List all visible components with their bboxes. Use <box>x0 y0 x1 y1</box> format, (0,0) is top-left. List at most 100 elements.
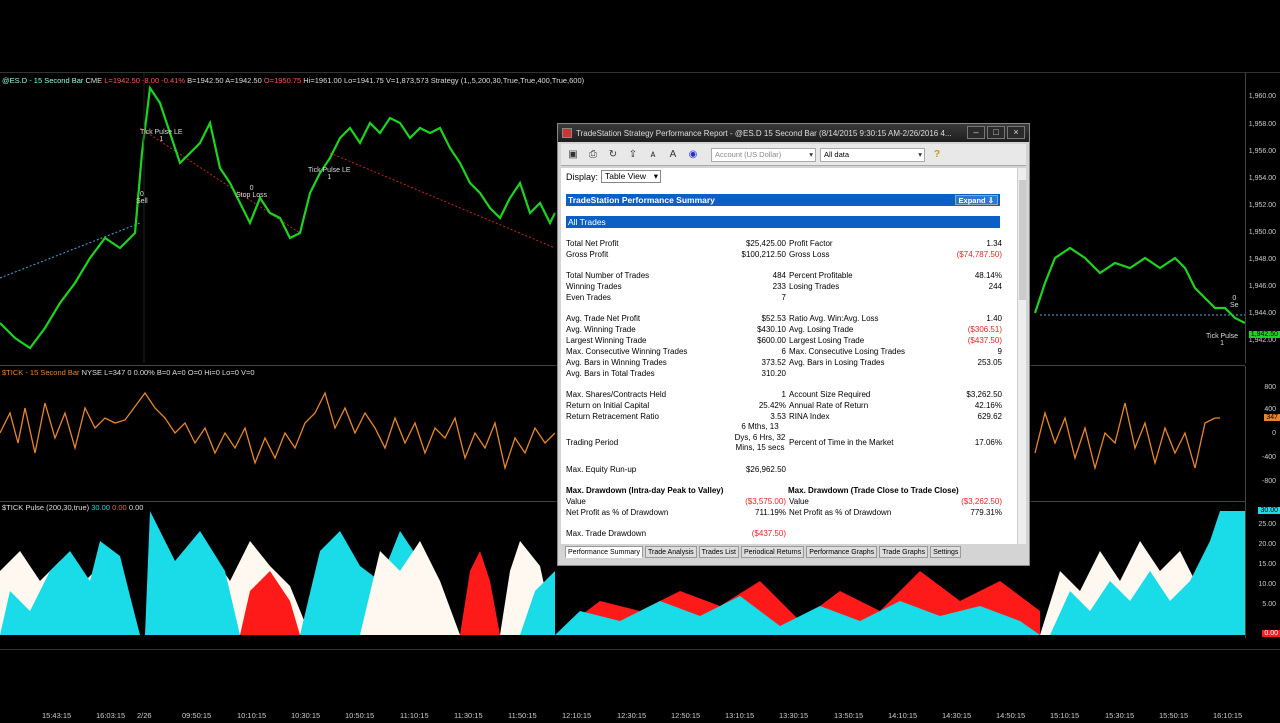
scroll-thumb[interactable] <box>1019 180 1026 300</box>
time-tick: 11:30:15 <box>454 711 483 720</box>
price-tick: 1,948.00 <box>1248 256 1276 263</box>
tab-settings[interactable]: Settings <box>930 546 962 558</box>
annotation-text: Tick Pulse LE 1 <box>308 167 351 181</box>
metric-label: Profit Factor <box>789 239 833 248</box>
metric-value: 373.52 <box>761 358 786 367</box>
display-selector: Display: Table View <box>566 170 661 183</box>
tick-axis-label: 400 <box>1264 406 1276 413</box>
font-smaller-icon[interactable]: ᴀ <box>645 147 661 163</box>
metric-label: Avg. Trade Net Profit <box>566 314 641 323</box>
print-icon[interactable]: ⎙ <box>585 147 601 163</box>
time-tick: 12:50:15 <box>671 711 701 720</box>
price-tick: 1,954.00 <box>1248 175 1276 182</box>
app-icon <box>562 128 572 138</box>
metric-value: $25,425.00 <box>745 239 786 248</box>
time-tick: 14:50:15 <box>996 711 1026 720</box>
time-tick: 13:10:15 <box>725 711 755 720</box>
metric-value: 42.16% <box>974 401 1002 410</box>
price-tick: 1,960.00 <box>1248 93 1276 100</box>
metric-label: Return Retracement Ratio <box>566 412 659 421</box>
time-tick: 09:50:15 <box>182 711 212 720</box>
display-dropdown[interactable]: Table View <box>601 170 661 183</box>
pulse-axis[interactable]: 25.00 20.00 15.00 10.00 5.00 <box>1245 503 1280 638</box>
close-button[interactable]: × <box>1007 126 1025 139</box>
tick-pulse-le-annotation: Tick Pulse LE 1 <box>140 129 183 143</box>
time-tick: 2/26 <box>137 711 152 720</box>
color-icon[interactable]: ◉ <box>685 147 701 163</box>
metric-label: Percent of Time in the Market <box>789 438 894 447</box>
metric-label: Trading Period <box>566 438 619 447</box>
metric-label: Ratio Avg. Win:Avg. Loss <box>789 314 879 323</box>
metric-value: $430.10 <box>757 325 786 334</box>
time-tick: 12:10:15 <box>562 711 592 720</box>
time-axis[interactable]: 15:43:15 16:03:15 2/26 09:50:15 10:10:15… <box>0 707 1245 723</box>
metric-value: 253.05 <box>977 358 1002 367</box>
tick-axis-label: -800 <box>1261 478 1276 485</box>
price-tick: 1,944.00 <box>1248 310 1276 317</box>
metric-label: Account Size Required <box>789 390 871 399</box>
help-icon[interactable]: ? <box>929 147 945 163</box>
time-tick: 13:50:15 <box>834 711 864 720</box>
se-annotation-right: 0 Se <box>1230 295 1239 309</box>
tick-axis[interactable]: 800 400 0 -400 -800 <box>1245 366 1280 506</box>
report-content[interactable]: Display: Table View TradeStation Perform… <box>561 168 1017 544</box>
metric-value: 1.40 <box>986 314 1002 323</box>
minimize-button[interactable]: – <box>967 126 985 139</box>
annotation-text: Tick Pulse LE 1 <box>140 129 183 143</box>
metric-value: 629.62 <box>977 412 1002 421</box>
metric-label: Gross Profit <box>566 250 609 259</box>
metric-value: 6 Mths, 13 Dys, 6 Hrs, 32 Mins, 15 secs <box>734 422 786 452</box>
tab-trade-graphs[interactable]: Trade Graphs <box>879 546 929 558</box>
metric-label: Avg. Bars in Total Trades <box>566 369 655 378</box>
tick-axis-label: 800 <box>1264 384 1276 391</box>
pulse-axis-label: 20.00 <box>1258 541 1276 548</box>
metric-value: ($3,575.00) <box>745 497 786 506</box>
performance-report-window[interactable]: TradeStation Strategy Performance Report… <box>557 123 1030 566</box>
summary-title: TradeStation Performance Summary <box>568 195 715 205</box>
metric-value: 17.06% <box>974 438 1002 447</box>
price-axis[interactable]: 1,960.00 1,958.00 1,956.00 1,954.00 1,95… <box>1245 73 1280 363</box>
metric-label: Avg. Bars in Winning Trades <box>566 358 667 367</box>
drawdown-trade-title: Max. Drawdown (Trade Close to Trade Clos… <box>788 486 959 495</box>
account-dropdown[interactable]: Account (US Dollar) <box>711 147 816 162</box>
metric-label: Avg. Losing Trade <box>789 325 854 334</box>
metric-label: Annual Rate of Return <box>789 401 869 410</box>
metric-label: Max. Shares/Contracts Held <box>566 390 667 399</box>
tab-periodical-returns[interactable]: Periodical Returns <box>741 546 805 558</box>
tab-performance-graphs[interactable]: Performance Graphs <box>806 546 878 558</box>
metric-label: Even Trades <box>566 293 611 302</box>
metric-label: Value <box>566 497 586 506</box>
save-icon[interactable]: ▣ <box>565 147 581 163</box>
metric-value: ($437.50) <box>967 336 1002 345</box>
refresh-icon[interactable]: ↻ <box>605 147 621 163</box>
tab-trade-analysis[interactable]: Trade Analysis <box>644 546 697 558</box>
price-tick: 1,942.00 <box>1248 337 1276 344</box>
metric-value: 711.19% <box>755 508 786 517</box>
metric-label: Total Net Profit <box>566 239 619 248</box>
tab-trades-list[interactable]: Trades List <box>698 546 739 558</box>
metric-value: 779.31% <box>970 508 1002 517</box>
metric-label: RINA Index <box>789 412 830 421</box>
metric-value: 6 <box>781 347 786 356</box>
data-range-dropdown[interactable]: All data <box>820 147 925 162</box>
annotation-text: Tick Pulse 1 <box>1206 333 1239 347</box>
time-tick: 11:50:15 <box>508 711 537 720</box>
tab-performance-summary[interactable]: Performance Summary <box>565 546 643 558</box>
time-tick: 14:30:15 <box>942 711 972 720</box>
metric-value: $26,962.50 <box>745 465 786 474</box>
annotation-text: 0 Stop Loss <box>236 185 268 199</box>
window-titlebar[interactable]: TradeStation Strategy Performance Report… <box>558 124 1029 142</box>
maximize-button[interactable]: □ <box>987 126 1005 139</box>
metric-value: ($3,262.50) <box>961 497 1002 506</box>
export-icon[interactable]: ⇪ <box>625 147 641 163</box>
metric-value: 1.34 <box>986 239 1002 248</box>
metric-label: Value <box>789 497 809 506</box>
expand-button[interactable]: Expand ⇩ <box>954 195 998 205</box>
stop-loss-annotation: 0 Stop Loss <box>236 185 267 199</box>
time-tick: 13:30:15 <box>779 711 809 720</box>
font-larger-icon[interactable]: A <box>665 147 681 163</box>
metric-value: $3,262.50 <box>966 390 1002 399</box>
report-scrollbar[interactable] <box>1017 168 1026 544</box>
metric-value: 9 <box>997 347 1002 356</box>
tick-axis-label: -400 <box>1261 454 1276 461</box>
